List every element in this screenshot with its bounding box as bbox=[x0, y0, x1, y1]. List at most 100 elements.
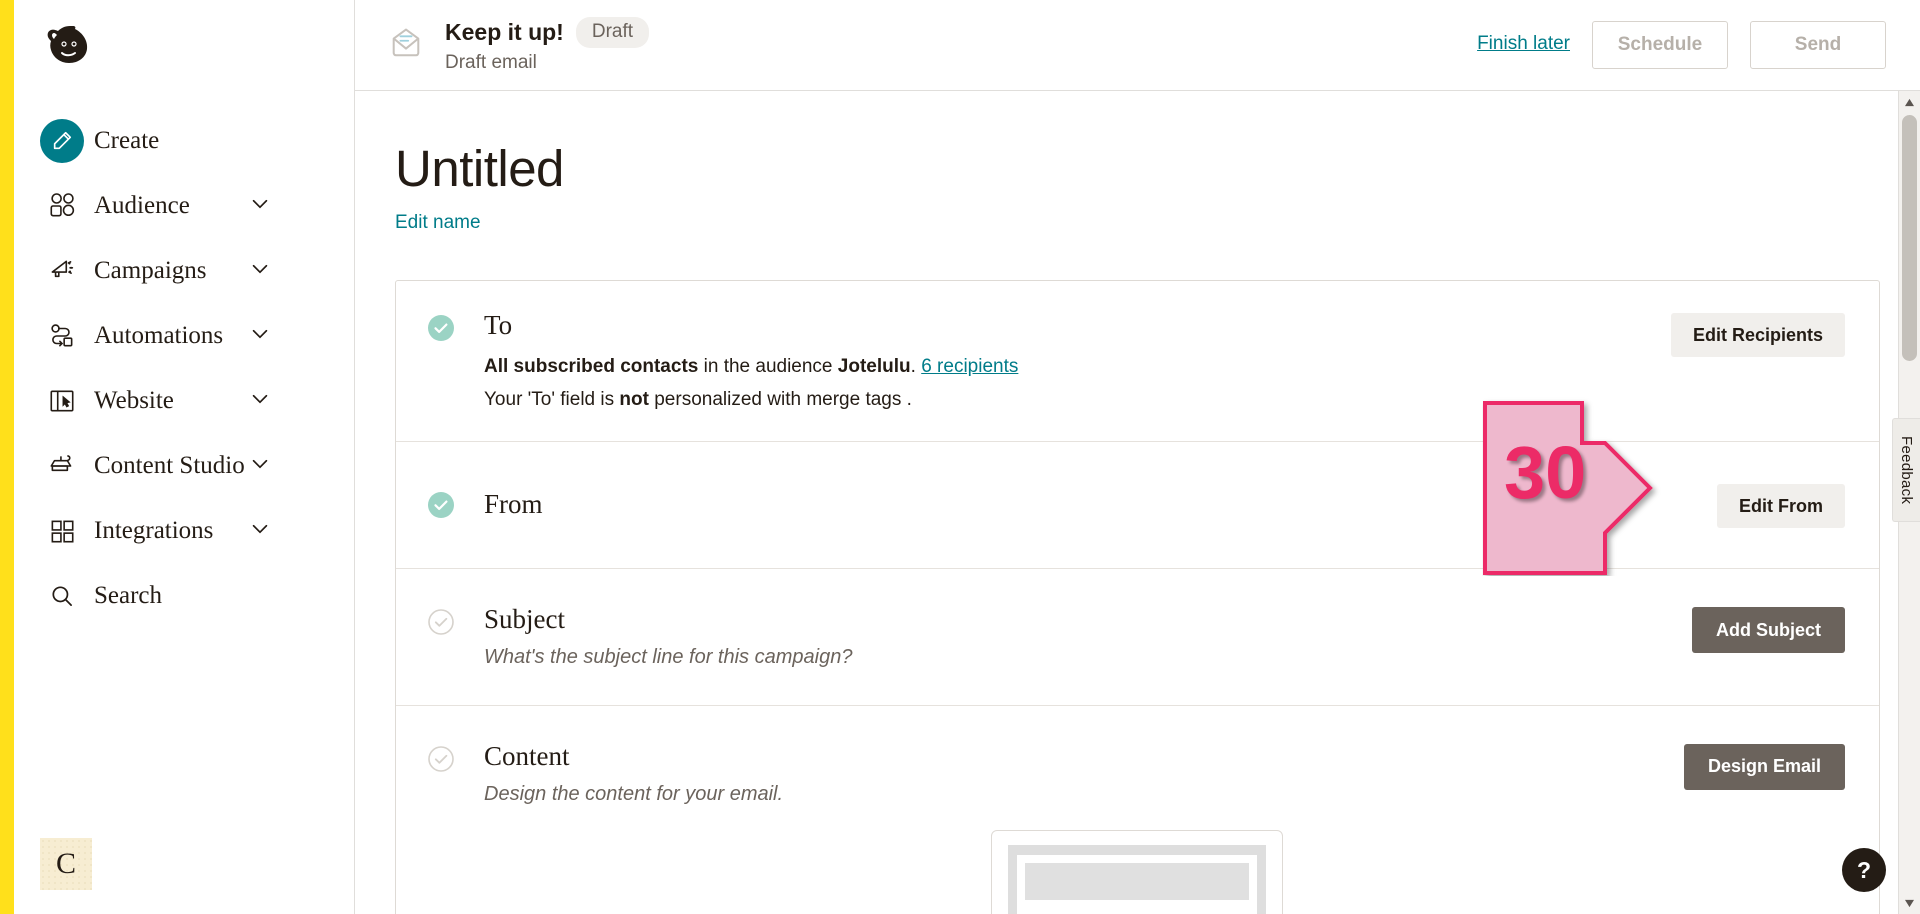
step-title: Subject bbox=[484, 604, 565, 635]
sidebar-item-website[interactable]: Website bbox=[14, 368, 355, 433]
sidebar-nav: Create Audience Campaigns Automations We… bbox=[14, 108, 355, 628]
step-row-subject: Subject What's the subject line for this… bbox=[396, 568, 1879, 705]
sidebar-item-label: Search bbox=[94, 581, 163, 609]
merge-tag-note: Your 'To' field is not personalized with… bbox=[484, 389, 1651, 411]
scroll-up-arrow-icon[interactable] bbox=[1899, 91, 1920, 113]
feedback-tab-label: Feedback bbox=[1898, 435, 1915, 505]
sidebar-item-search[interactable]: Search bbox=[14, 563, 355, 628]
sidebar-item-campaigns[interactable]: Campaigns bbox=[14, 238, 355, 303]
note-emphasis: not bbox=[619, 389, 649, 411]
step-complete-icon bbox=[428, 315, 454, 346]
integrations-icon bbox=[40, 516, 84, 546]
create-icon-wrap bbox=[40, 118, 84, 163]
step-incomplete-icon bbox=[428, 609, 454, 640]
sidebar-item-create[interactable]: Create bbox=[14, 108, 355, 173]
sidebar: Create Audience Campaigns Automations We… bbox=[14, 0, 355, 914]
step-title: To bbox=[484, 310, 513, 340]
email-open-icon bbox=[387, 24, 427, 67]
help-button[interactable]: ? bbox=[1842, 848, 1886, 892]
email-preview-thumbnail[interactable] bbox=[990, 829, 1283, 914]
step-title: From bbox=[484, 489, 543, 520]
campaign-name: Keep it up! bbox=[445, 18, 564, 45]
sidebar-item-label: Automations bbox=[94, 321, 224, 349]
finish-later-link[interactable]: Finish later bbox=[1477, 33, 1570, 57]
sidebar-item-label: Campaigns bbox=[94, 256, 207, 284]
preview-header-block bbox=[1024, 862, 1249, 900]
status-badge: Draft bbox=[575, 16, 650, 48]
send-button[interactable]: Send bbox=[1750, 21, 1886, 69]
help-icon: ? bbox=[1856, 856, 1872, 883]
automations-icon bbox=[40, 321, 84, 351]
note-pre: Your 'To' field is bbox=[484, 389, 620, 411]
step-action-from: Edit From bbox=[1717, 482, 1845, 529]
sidebar-item-content-studio[interactable]: Content Studio bbox=[14, 433, 355, 498]
step-body-to: To All subscribed contacts in the audien… bbox=[454, 310, 1651, 411]
sidebar-item-label: Website bbox=[94, 386, 174, 414]
page-head: Untitled Edit name bbox=[355, 91, 1920, 234]
recipients-description: All subscribed contacts in the audience … bbox=[484, 353, 1651, 382]
header-actions: Finish later Schedule Send bbox=[1477, 21, 1920, 69]
step-row-content: Content Design the content for your emai… bbox=[396, 704, 1879, 914]
add-subject-button[interactable]: Add Subject bbox=[1691, 607, 1845, 654]
step-incomplete-icon bbox=[428, 746, 454, 777]
chevron-down-icon[interactable] bbox=[249, 517, 271, 544]
design-email-button[interactable]: Design Email bbox=[1683, 743, 1845, 790]
content-hint: Design the content for your email. bbox=[484, 782, 784, 805]
avatar[interactable]: C bbox=[40, 838, 92, 890]
step-complete-icon bbox=[428, 491, 454, 523]
step-action-subject: Add Subject bbox=[1691, 605, 1845, 654]
chevron-down-icon[interactable] bbox=[249, 387, 271, 414]
page-title: Untitled bbox=[395, 140, 564, 197]
desc-end: . bbox=[910, 355, 922, 377]
chevron-down-icon[interactable] bbox=[249, 322, 271, 349]
step-row-to: To All subscribed contacts in the audien… bbox=[396, 281, 1879, 441]
step-title: Content bbox=[484, 740, 570, 771]
campaign-subtitle: Draft email bbox=[445, 51, 537, 73]
step-action-content: Design Email bbox=[1683, 742, 1845, 790]
scroll-down-arrow-icon[interactable] bbox=[1899, 892, 1920, 914]
avatar-initial: C bbox=[55, 847, 76, 880]
step-body-from: From bbox=[454, 490, 1697, 520]
chevron-down-icon[interactable] bbox=[249, 452, 271, 479]
sidebar-item-label: Audience bbox=[94, 191, 190, 219]
step-row-from: From Edit From bbox=[396, 441, 1879, 568]
campaign-steps-card: To All subscribed contacts in the audien… bbox=[395, 280, 1880, 914]
campaign-title-block: Keep it up! Draft Draft email bbox=[445, 16, 650, 74]
sidebar-item-label: Integrations bbox=[94, 516, 214, 544]
edit-name-link[interactable]: Edit name bbox=[395, 212, 481, 234]
website-icon bbox=[40, 386, 84, 416]
step-action-to: Edit Recipients bbox=[1670, 311, 1845, 357]
sidebar-item-label: Content Studio bbox=[94, 451, 245, 479]
edit-recipients-button[interactable]: Edit Recipients bbox=[1670, 313, 1845, 357]
campaign-body: Untitled Edit name To All subscribed con… bbox=[355, 91, 1920, 914]
sidebar-item-integrations[interactable]: Integrations bbox=[14, 498, 355, 563]
sidebar-item-label: Create bbox=[94, 126, 160, 154]
sidebar-item-audience[interactable]: Audience bbox=[14, 173, 355, 238]
mailchimp-freddie-logo[interactable] bbox=[40, 22, 92, 74]
audience-icon bbox=[40, 191, 84, 221]
preview-inner-frame bbox=[1016, 854, 1257, 914]
chevron-down-icon[interactable] bbox=[249, 192, 271, 219]
sidebar-item-automations[interactable]: Automations bbox=[14, 303, 355, 368]
audience-name: Jotelulu bbox=[837, 355, 911, 377]
recipients-count-link[interactable]: 6 recipients bbox=[921, 356, 1018, 377]
step-body-content: Content Design the content for your emai… bbox=[454, 740, 1664, 806]
edit-from-button[interactable]: Edit From bbox=[1717, 484, 1845, 529]
feedback-tab[interactable]: Feedback bbox=[1892, 418, 1920, 522]
subject-hint: What's the subject line for this campaig… bbox=[484, 645, 853, 668]
content-studio-icon bbox=[40, 451, 84, 481]
audience-scope: All subscribed contacts bbox=[484, 355, 699, 377]
megaphone-icon bbox=[40, 256, 84, 286]
schedule-button[interactable]: Schedule bbox=[1592, 21, 1728, 69]
campaign-header: Keep it up! Draft Draft email Finish lat… bbox=[355, 0, 1920, 91]
scrollbar-thumb[interactable] bbox=[1902, 115, 1917, 361]
preview-outer-frame bbox=[1007, 844, 1266, 914]
note-post: personalized with merge tags . bbox=[648, 389, 912, 411]
brand-rail bbox=[0, 0, 14, 914]
main-content: Keep it up! Draft Draft email Finish lat… bbox=[355, 0, 1920, 914]
desc-mid: in the audience bbox=[698, 355, 838, 377]
chevron-down-icon[interactable] bbox=[249, 257, 271, 284]
search-icon bbox=[40, 581, 84, 611]
step-body-subject: Subject What's the subject line for this… bbox=[454, 604, 1672, 669]
pencil-icon bbox=[40, 118, 84, 163]
